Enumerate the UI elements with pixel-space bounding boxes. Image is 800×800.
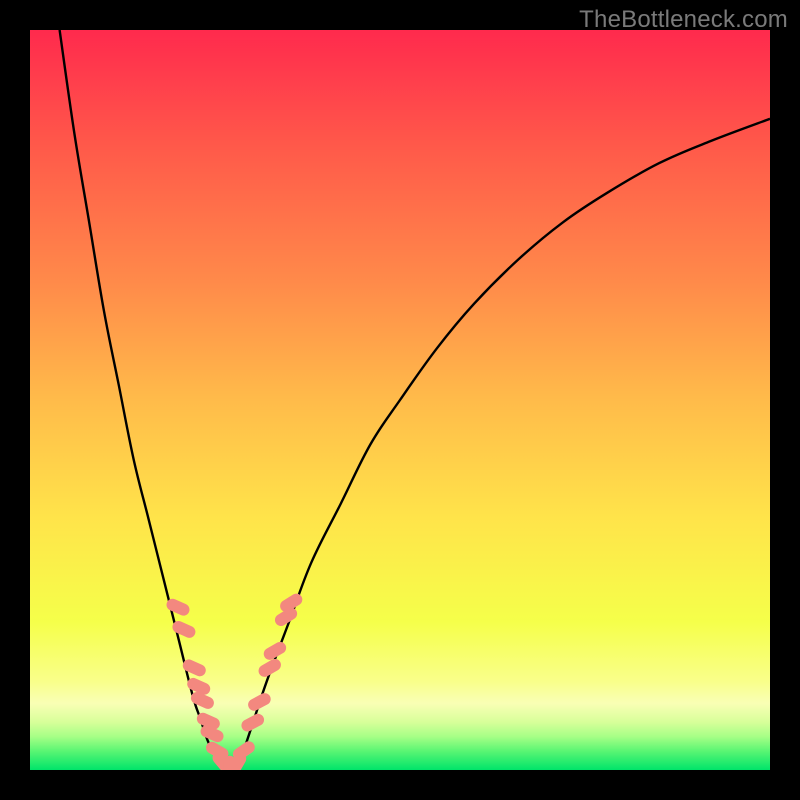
watermark-text: TheBottleneck.com (579, 6, 788, 34)
chart-frame: TheBottleneck.com (0, 0, 800, 800)
chart-svg (30, 30, 770, 770)
plot-area (30, 30, 770, 770)
